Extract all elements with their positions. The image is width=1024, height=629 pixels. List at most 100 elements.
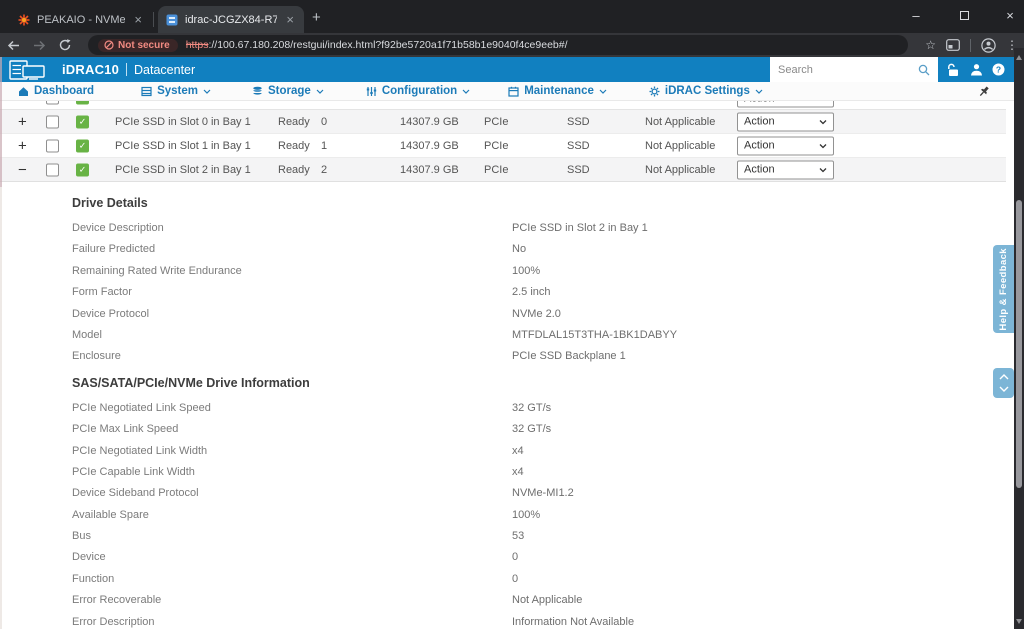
toolbar-right-icons: ☆ ⋮ xyxy=(925,33,1018,57)
help-feedback-tab[interactable]: Help & Feedback xyxy=(993,245,1014,333)
forward-button[interactable] xyxy=(26,40,52,51)
svg-text:?: ? xyxy=(996,64,1001,74)
license-name: Datacenter xyxy=(134,63,195,77)
nav-label: Maintenance xyxy=(524,85,594,97)
side-panel-icon[interactable] xyxy=(946,39,960,51)
row-checkbox[interactable] xyxy=(46,139,59,152)
nav-item-dashboard[interactable]: Dashboard xyxy=(18,85,94,97)
search-input[interactable]: Search xyxy=(770,57,938,82)
nav-item-configuration[interactable]: Configuration xyxy=(366,85,470,97)
action-select-value: Action xyxy=(744,116,775,128)
nav-item-storage[interactable]: Storage xyxy=(252,85,324,97)
search-placeholder: Search xyxy=(778,64,813,76)
row-checkbox[interactable] xyxy=(46,115,59,128)
profile-avatar-icon[interactable] xyxy=(981,38,996,53)
detail-label: Device Protocol xyxy=(72,308,149,320)
detail-row: Device ProtocolNVMe 2.0 xyxy=(0,304,1006,325)
nav-item-system[interactable]: System xyxy=(141,85,211,97)
detail-row: Form Factor2.5 inch xyxy=(0,282,1006,303)
expand-row-button[interactable]: + xyxy=(18,137,27,154)
scrollbar-thumb[interactable] xyxy=(1016,200,1022,488)
action-select[interactable]: Action xyxy=(737,136,834,155)
health-ok-badge: ✓ xyxy=(76,115,89,128)
detail-row: Failure PredictedNo xyxy=(0,239,1006,260)
close-tab-icon[interactable]: × xyxy=(284,12,296,27)
expand-row-button[interactable]: + xyxy=(18,113,27,130)
detail-row: EnclosurePCIe SSD Backplane 1 xyxy=(0,346,1006,367)
browser-tab-peakaio[interactable]: PEAKAIO - NVMe Bandwidth - × xyxy=(10,6,152,33)
unlock-icon[interactable] xyxy=(947,63,960,77)
drive-name[interactable]: PCIe SSD in Slot 1 in Bay 1 xyxy=(115,140,251,152)
nav-label: iDRAC Settings xyxy=(665,85,750,97)
detail-label: Function xyxy=(72,573,114,585)
row-checkbox[interactable] xyxy=(46,163,59,176)
collapse-row-button[interactable]: − xyxy=(18,161,27,178)
nav-label: Dashboard xyxy=(34,85,94,97)
detail-label: Form Factor xyxy=(72,286,132,298)
scrollbar-up-arrow-icon[interactable] xyxy=(1016,55,1022,60)
drive-table: + ✓ PCIe SSD in Slot 0 in Bay 1 Ready 0 … xyxy=(0,110,1006,182)
drive-details-heading: Drive Details xyxy=(72,196,1006,210)
not-secure-label: Not secure xyxy=(118,40,170,51)
not-secure-badge[interactable]: Not secure xyxy=(98,39,178,52)
chevron-down-icon xyxy=(316,89,324,94)
detail-label: Device Description xyxy=(72,222,164,234)
idrac-logo-icon xyxy=(9,60,53,80)
help-icon[interactable]: ? xyxy=(992,63,1005,76)
user-icon[interactable] xyxy=(970,63,983,76)
back-button[interactable] xyxy=(0,40,26,51)
browser-tab-bar: PEAKAIO - NVMe Bandwidth - × idrac-JCGZX… xyxy=(0,0,1024,33)
row-checkbox[interactable] xyxy=(46,101,59,105)
detail-label: Enclosure xyxy=(72,350,121,362)
chevron-down-icon[interactable] xyxy=(999,386,1009,392)
new-tab-button[interactable]: + xyxy=(312,9,321,27)
drive-bus-protocol: PCIe xyxy=(484,101,508,104)
action-select[interactable]: Action xyxy=(737,160,834,179)
detail-value: 100% xyxy=(512,265,540,277)
detail-row: Device Sideband ProtocolNVMe-MI1.2 xyxy=(0,483,1006,504)
close-tab-icon[interactable]: × xyxy=(132,12,144,27)
pin-icon[interactable] xyxy=(978,85,990,98)
table-row: + ✓ NVMe 1 Online 1 59.46 GB PCIe SSD No… xyxy=(0,101,1006,110)
gear-icon xyxy=(649,86,660,97)
page-scrollbar[interactable] xyxy=(1014,48,1024,629)
chevron-up-icon[interactable] xyxy=(999,374,1009,380)
bookmark-star-icon[interactable]: ☆ xyxy=(925,38,936,52)
detail-row: Model MTFDLAL15T3THA-1BK1DABYY xyxy=(0,325,1006,346)
drive-size: 14307.9 GB xyxy=(400,116,459,128)
drive-hot-spare: Not Applicable xyxy=(645,140,715,152)
drive-name[interactable]: PCIe SSD in Slot 2 in Bay 1 xyxy=(115,164,251,176)
detail-value: PCIe SSD in Slot 2 in Bay 1 xyxy=(512,222,648,234)
help-feedback-label: Help & Feedback xyxy=(998,248,1009,331)
url-rest: ://100.67.180.208/restgui/index.html?f92… xyxy=(208,39,567,51)
browser-tab-idrac[interactable]: idrac-JCGZX84-R7725xd - iDRA × xyxy=(158,6,304,33)
scrollbar-down-arrow-icon[interactable] xyxy=(1016,619,1022,624)
chevron-down-icon xyxy=(819,119,827,124)
nav-item-maintenance[interactable]: Maintenance xyxy=(508,85,607,97)
action-select[interactable]: Action xyxy=(737,112,834,131)
window-minimize-button[interactable]: – xyxy=(896,0,936,30)
drive-size: 59.46 GB xyxy=(400,101,446,104)
drive-media-type: SSD xyxy=(567,140,590,152)
detail-row: Bus53 xyxy=(0,526,1006,547)
home-icon xyxy=(18,86,29,97)
screen: PEAKAIO - NVMe Bandwidth - × idrac-JCGZX… xyxy=(0,0,1024,629)
action-select[interactable]: Action xyxy=(737,101,834,108)
expand-row-button[interactable]: + xyxy=(18,101,27,107)
detail-label: PCIe Negotiated Link Speed xyxy=(72,402,211,414)
nav-item-idrac-settings[interactable]: iDRAC Settings xyxy=(649,85,763,97)
drive-name[interactable]: PCIe SSD in Slot 0 in Bay 1 xyxy=(115,116,251,128)
detail-value: No xyxy=(512,243,526,255)
drive-name[interactable]: NVMe 1 xyxy=(115,101,155,104)
detail-label: Error Recoverable xyxy=(72,594,161,606)
detail-value: MTFDLAL15T3THA-1BK1DABYY xyxy=(512,329,677,341)
url-bar[interactable]: Not secure https://100.67.180.208/restgu… xyxy=(88,35,908,55)
header-icons: ? xyxy=(938,57,1014,82)
scroll-jump-widget[interactable] xyxy=(993,368,1014,398)
reload-button[interactable] xyxy=(52,39,78,51)
window-maximize-button[interactable] xyxy=(944,0,984,30)
detail-label: Model xyxy=(72,329,102,341)
window-close-button[interactable]: × xyxy=(990,0,1024,30)
detail-value: 0 xyxy=(512,551,518,563)
detail-label: PCIe Max Link Speed xyxy=(72,423,178,435)
